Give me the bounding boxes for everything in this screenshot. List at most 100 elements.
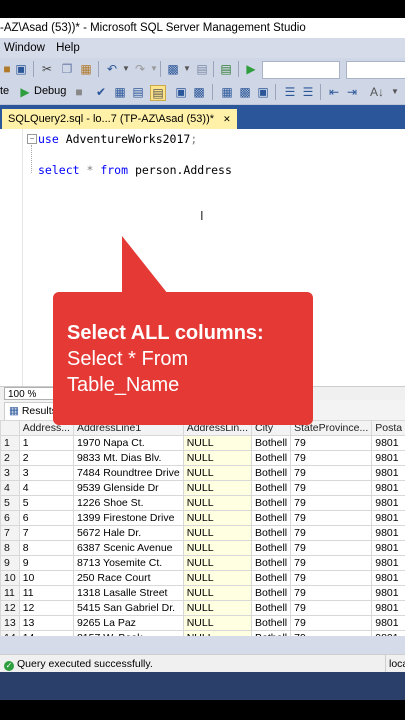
table-cell[interactable]: NULL (182, 615, 253, 631)
table-cell[interactable]: 9 (18, 555, 74, 571)
close-icon[interactable]: ✕ (223, 114, 231, 124)
table-row[interactable]: 5 5 1226 Shoe St. NULL Bothell 79 9801 (0, 495, 405, 511)
table-cell[interactable]: 9801 (371, 435, 405, 451)
chevron-down-icon[interactable]: ▼ (119, 62, 133, 76)
start-icon[interactable]: ▶ (244, 62, 258, 76)
row-number[interactable]: 8 (0, 540, 20, 556)
row-number[interactable]: 9 (0, 555, 20, 571)
table-cell[interactable]: 1226 Shoe St. (72, 495, 184, 511)
new-query-icon[interactable]: ▤ (195, 62, 209, 76)
table-cell[interactable]: NULL (182, 450, 253, 466)
row-number-header[interactable] (0, 420, 20, 436)
table-cell[interactable]: Bothell (250, 450, 292, 466)
table-cell[interactable]: 9265 La Paz (72, 615, 184, 631)
table-cell[interactable]: 12 (18, 600, 74, 616)
table-row[interactable]: 7 7 5672 Hale Dr. NULL Bothell 79 9801 (0, 525, 405, 541)
table-row[interactable]: 8 8 6387 Scenic Avenue NULL Bothell 79 9801 (0, 540, 405, 556)
uncomment-icon[interactable]: ☰ (301, 85, 315, 99)
table-cell[interactable]: 1970 Napa Ct. (72, 435, 184, 451)
table-cell[interactable]: 8157 W. Book (72, 630, 184, 636)
table-cell[interactable]: Bothell (250, 540, 292, 556)
row-number[interactable]: 13 (0, 615, 20, 631)
navigate-icon[interactable]: ▩ (166, 62, 180, 76)
table-row[interactable]: 11 11 1318 Lasalle Street NULL Bothell 79 9801 (0, 585, 405, 601)
table-cell[interactable]: 79 (290, 570, 373, 586)
row-number[interactable]: 2 (0, 450, 20, 466)
table-cell[interactable]: 9801 (371, 615, 405, 631)
table-cell[interactable]: Bothell (250, 615, 292, 631)
table-cell[interactable]: Bothell (250, 480, 292, 496)
table-cell[interactable]: 79 (290, 615, 373, 631)
table-cell[interactable]: 7 (18, 525, 74, 541)
table-cell[interactable]: Bothell (250, 585, 292, 601)
comment-icon[interactable]: ☰ (283, 85, 297, 99)
row-number[interactable]: 1 (0, 435, 20, 451)
row-number[interactable]: 6 (0, 510, 20, 526)
table-row[interactable]: 4 4 9539 Glenside Dr NULL Bothell 79 9801 (0, 480, 405, 496)
table-cell[interactable]: 8713 Yosemite Ct. (72, 555, 184, 571)
row-number[interactable]: 3 (0, 465, 20, 481)
table-cell[interactable]: 79 (290, 495, 373, 511)
table-row[interactable]: 10 10 250 Race Court NULL Bothell 79 9801 (0, 570, 405, 586)
table-cell[interactable]: NULL (182, 630, 253, 636)
menu-help[interactable]: Help (52, 38, 84, 58)
table-cell[interactable]: NULL (182, 600, 253, 616)
show-plan-icon[interactable]: ▣ (256, 85, 270, 99)
copy-icon[interactable]: ❐ (60, 62, 74, 76)
table-cell[interactable]: 5 (18, 495, 74, 511)
table-cell[interactable]: Bothell (250, 555, 292, 571)
table-cell[interactable]: 8 (18, 540, 74, 556)
play-icon[interactable]: ▶ (18, 85, 32, 99)
table-cell[interactable]: NULL (182, 435, 253, 451)
table-cell[interactable]: NULL (182, 585, 253, 601)
results-to-grid-icon[interactable]: ▦ (220, 85, 234, 99)
table-cell[interactable]: Bothell (250, 465, 292, 481)
chevron-down-icon[interactable]: ▼ (388, 85, 402, 99)
collapse-icon[interactable]: − (27, 134, 37, 144)
include-plan-icon[interactable]: ▦ (113, 85, 127, 99)
debug-button[interactable]: Debug (34, 85, 66, 97)
table-cell[interactable]: Bothell (250, 600, 292, 616)
chevron-down-icon[interactable]: ▼ (147, 62, 161, 76)
table-cell[interactable]: 79 (290, 435, 373, 451)
solution-config-dropdown[interactable] (262, 61, 340, 79)
table-row[interactable]: 3 3 7484 Roundtree Drive NULL Bothell 79 9801 (0, 465, 405, 481)
cut-icon[interactable]: ✂ (40, 62, 54, 76)
table-cell[interactable]: 79 (290, 540, 373, 556)
table-cell[interactable]: 6 (18, 510, 74, 526)
table-cell[interactable]: 9801 (371, 555, 405, 571)
table-cell[interactable]: 79 (290, 555, 373, 571)
table-cell[interactable]: 9801 (371, 585, 405, 601)
activity-monitor-icon[interactable]: ▤ (219, 62, 233, 76)
tab-sqlquery2[interactable]: SQLQuery2.sql - lo...7 (TP-AZ\Asad (53))… (2, 109, 237, 129)
table-cell[interactable]: 79 (290, 450, 373, 466)
table-cell[interactable]: 7484 Roundtree Drive (72, 465, 184, 481)
menu-window[interactable]: Window (0, 38, 49, 58)
table-cell[interactable]: NULL (182, 555, 253, 571)
table-row[interactable]: 12 12 5415 San Gabriel Dr. NULL Bothell 79 980… (0, 600, 405, 616)
platform-dropdown[interactable] (346, 61, 405, 79)
open-icon[interactable]: ■ (0, 62, 14, 76)
table-cell[interactable]: NULL (182, 495, 253, 511)
parse-check-icon[interactable]: ✔ (94, 85, 108, 99)
table-row[interactable]: 14148157 W. BookNULLBothell799801 (0, 630, 405, 636)
table-cell[interactable]: 11 (18, 585, 74, 601)
table-cell[interactable]: 13 (18, 615, 74, 631)
decrease-indent-icon[interactable]: ⇤ (327, 85, 341, 99)
execute-button[interactable]: te (0, 85, 9, 97)
client-stats-icon[interactable]: ▩ (192, 85, 206, 99)
table-cell[interactable]: 9801 (371, 540, 405, 556)
table-cell[interactable]: 79 (290, 480, 373, 496)
table-cell[interactable]: 9801 (371, 525, 405, 541)
results-grid[interactable]: Address... AddressLine1 AddressLin... Ci… (0, 420, 405, 636)
table-cell[interactable]: 2 (18, 450, 74, 466)
table-cell[interactable]: 79 (290, 465, 373, 481)
save-icon[interactable]: ▣ (14, 62, 28, 76)
redo-icon[interactable]: ↷ (133, 62, 147, 76)
table-cell[interactable]: 9801 (371, 480, 405, 496)
chevron-down-icon[interactable]: ▼ (180, 62, 194, 76)
table-cell[interactable]: 3 (18, 465, 74, 481)
table-cell[interactable]: Bothell (250, 525, 292, 541)
table-cell[interactable]: NULL (182, 480, 253, 496)
undo-icon[interactable]: ↶ (105, 62, 119, 76)
